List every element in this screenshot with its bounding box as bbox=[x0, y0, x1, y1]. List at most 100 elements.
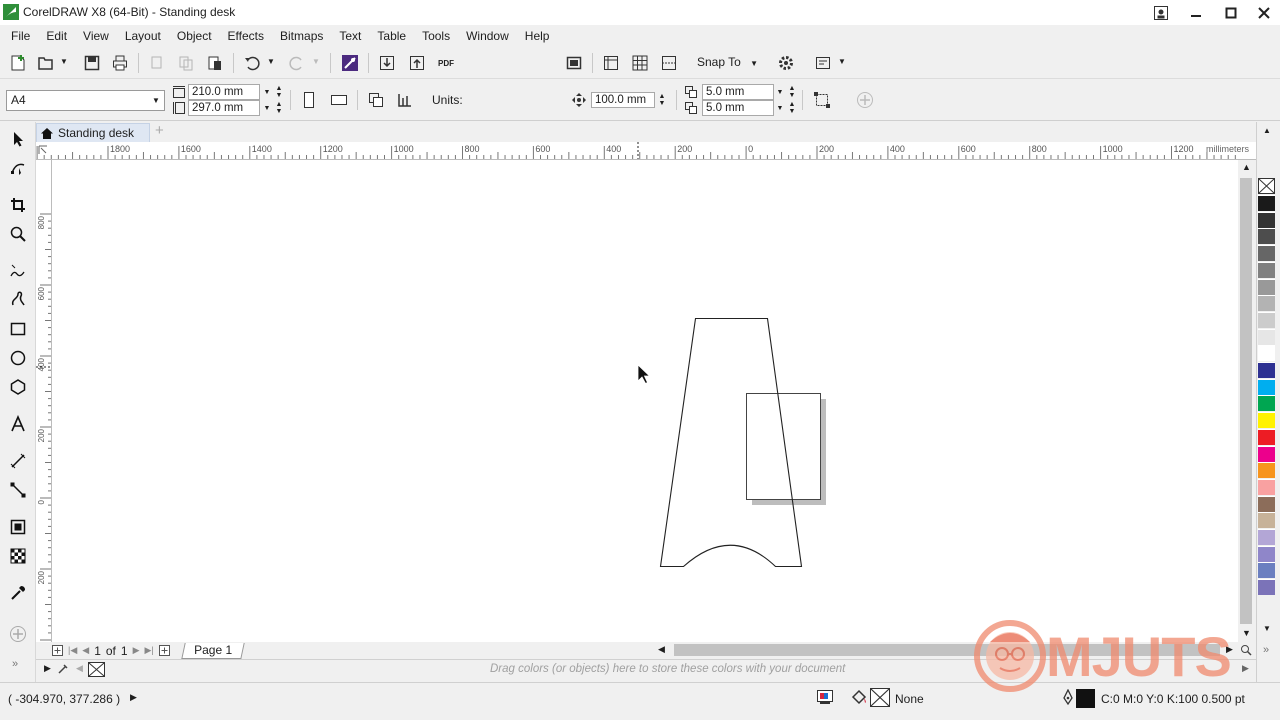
menu-bitmaps[interactable]: Bitmaps bbox=[272, 26, 331, 46]
scroll-down-arrow[interactable]: ▼ bbox=[1242, 628, 1251, 638]
text-tool[interactable] bbox=[5, 411, 31, 437]
import-button[interactable] bbox=[375, 51, 399, 75]
maximize-button[interactable] bbox=[1214, 0, 1248, 25]
palette-scroll-left-arrow[interactable]: ◀ bbox=[76, 663, 83, 674]
palette-color-swatch[interactable] bbox=[1258, 478, 1275, 495]
vertical-scrollbar[interactable]: ▲ ▼ bbox=[1238, 160, 1255, 642]
palette-color-swatch[interactable] bbox=[1258, 362, 1275, 378]
palette-color-swatch[interactable] bbox=[1258, 295, 1275, 312]
duplicate-y-stepper[interactable]: ▲ ▼ bbox=[786, 100, 798, 116]
options-button[interactable] bbox=[774, 51, 798, 75]
palette-color-swatch[interactable] bbox=[1258, 261, 1275, 278]
last-page-button[interactable]: ▶| bbox=[145, 645, 154, 656]
duplicate-y-field[interactable]: 5.0 mm bbox=[702, 100, 774, 116]
page-width-stepper[interactable]: ▲ ▼ bbox=[273, 84, 285, 100]
menu-text[interactable]: Text bbox=[331, 26, 369, 46]
palette-color-swatch[interactable] bbox=[1258, 495, 1275, 512]
menu-object[interactable]: Object bbox=[169, 26, 220, 46]
palette-color-swatch[interactable] bbox=[1258, 245, 1275, 262]
application-launcher-button[interactable] bbox=[811, 51, 835, 75]
transparency-tool[interactable] bbox=[5, 543, 31, 569]
search-content-button[interactable] bbox=[338, 51, 362, 75]
palette-color-swatch[interactable] bbox=[1258, 378, 1275, 395]
chevron-down-icon[interactable]: ▼ bbox=[148, 91, 164, 110]
snap-to-button[interactable]: Snap To ▼ bbox=[697, 55, 758, 69]
page-height-field[interactable]: 297.0 mm bbox=[188, 100, 260, 116]
publish-pdf-button[interactable]: PDF bbox=[434, 51, 458, 75]
print-button[interactable] bbox=[108, 51, 132, 75]
duplicate-y-spinner[interactable]: ▼ bbox=[774, 100, 786, 116]
rectangle-tool[interactable] bbox=[5, 316, 31, 342]
palette-color-swatch[interactable] bbox=[1258, 445, 1275, 462]
no-color-doc-swatch[interactable] bbox=[88, 662, 105, 677]
menu-edit[interactable]: Edit bbox=[38, 26, 75, 46]
duplicate-x-field[interactable]: 5.0 mm bbox=[702, 84, 774, 100]
vertical-scroll-thumb[interactable] bbox=[1240, 178, 1252, 624]
redo-dropdown-arrow[interactable]: ▼ bbox=[312, 57, 320, 66]
paste-button[interactable] bbox=[203, 51, 227, 75]
status-menu-arrow[interactable]: ▶ bbox=[130, 692, 137, 703]
first-page-button[interactable]: |◀ bbox=[68, 645, 77, 656]
minimize-button[interactable] bbox=[1179, 0, 1213, 25]
add-property-button[interactable] bbox=[853, 88, 877, 112]
drawing-canvas[interactable] bbox=[52, 160, 1238, 642]
palette-color-swatch[interactable] bbox=[1258, 462, 1275, 479]
redo-button[interactable] bbox=[285, 51, 309, 75]
page-size-combo[interactable]: A4 ▼ bbox=[6, 90, 165, 111]
treat-as-filled-button[interactable] bbox=[810, 88, 834, 112]
duplicate-x-stepper[interactable]: ▲ ▼ bbox=[786, 84, 798, 100]
color-proofing-icon[interactable] bbox=[816, 689, 834, 705]
ellipse-tool[interactable] bbox=[5, 345, 31, 371]
palette-color-swatch[interactable] bbox=[1258, 395, 1275, 412]
nudge-distance-stepper[interactable]: ▲ ▼ bbox=[656, 92, 668, 108]
landscape-button[interactable] bbox=[327, 88, 351, 112]
all-pages-button[interactable] bbox=[364, 88, 388, 112]
document-tab-standing-desk[interactable]: Standing desk bbox=[36, 123, 150, 142]
menu-file[interactable]: File bbox=[3, 26, 38, 46]
full-screen-preview-button[interactable] bbox=[562, 51, 586, 75]
pick-tool[interactable] bbox=[5, 126, 31, 152]
menu-layout[interactable]: Layout bbox=[117, 26, 169, 46]
previous-page-button[interactable]: ◀ bbox=[82, 645, 89, 656]
menu-help[interactable]: Help bbox=[517, 26, 558, 46]
palette-color-swatch[interactable] bbox=[1258, 345, 1275, 362]
quick-customize-button[interactable] bbox=[5, 621, 31, 647]
zoom-tool[interactable] bbox=[5, 221, 31, 247]
artistic-media-tool[interactable] bbox=[5, 286, 31, 312]
eyedropper-tool[interactable] bbox=[5, 580, 31, 606]
polygon-tool[interactable] bbox=[5, 374, 31, 400]
new-document-button[interactable] bbox=[6, 51, 30, 75]
toolbox-expand-arrow[interactable]: » bbox=[12, 658, 18, 670]
save-button[interactable] bbox=[80, 51, 104, 75]
show-grid-button[interactable] bbox=[628, 51, 652, 75]
current-page-button[interactable] bbox=[393, 88, 417, 112]
palette-color-swatch[interactable] bbox=[1258, 311, 1275, 328]
close-button[interactable] bbox=[1247, 0, 1280, 25]
palette-color-swatch[interactable] bbox=[1258, 579, 1275, 596]
new-tab-button[interactable]: + bbox=[155, 122, 164, 139]
parallel-dimension-tool[interactable] bbox=[5, 448, 31, 474]
launcher-dropdown-arrow[interactable]: ▼ bbox=[838, 57, 846, 66]
page-width-field[interactable]: 210.0 mm bbox=[188, 84, 260, 100]
scroll-left-arrow[interactable]: ◀ bbox=[658, 644, 665, 655]
palette-color-swatch[interactable] bbox=[1258, 512, 1275, 529]
menu-view[interactable]: View bbox=[75, 26, 117, 46]
palette-color-swatch[interactable] bbox=[1258, 412, 1275, 429]
menu-window[interactable]: Window bbox=[458, 26, 517, 46]
palette-color-swatch[interactable] bbox=[1258, 545, 1275, 562]
menu-table[interactable]: Table bbox=[369, 26, 414, 46]
help-window-button[interactable] bbox=[1144, 0, 1178, 25]
page-height-spinner[interactable]: ▼ bbox=[261, 100, 273, 116]
page-height-stepper[interactable]: ▲ ▼ bbox=[273, 100, 285, 116]
palette-color-swatch[interactable] bbox=[1258, 529, 1275, 545]
palette-color-swatch[interactable] bbox=[1258, 562, 1275, 579]
nudge-distance-field[interactable]: 100.0 mm bbox=[591, 92, 655, 108]
zoom-navigator-icon[interactable] bbox=[1240, 644, 1252, 656]
shape-tool[interactable] bbox=[5, 155, 31, 181]
open-dropdown-arrow[interactable]: ▼ bbox=[60, 57, 68, 66]
palette-scroll-right-arrow[interactable]: ▶ bbox=[1242, 663, 1249, 674]
portrait-button[interactable] bbox=[297, 88, 321, 112]
add-page-before-icon[interactable] bbox=[52, 645, 63, 656]
undo-dropdown-arrow[interactable]: ▼ bbox=[267, 57, 275, 66]
menu-effects[interactable]: Effects bbox=[220, 26, 272, 46]
